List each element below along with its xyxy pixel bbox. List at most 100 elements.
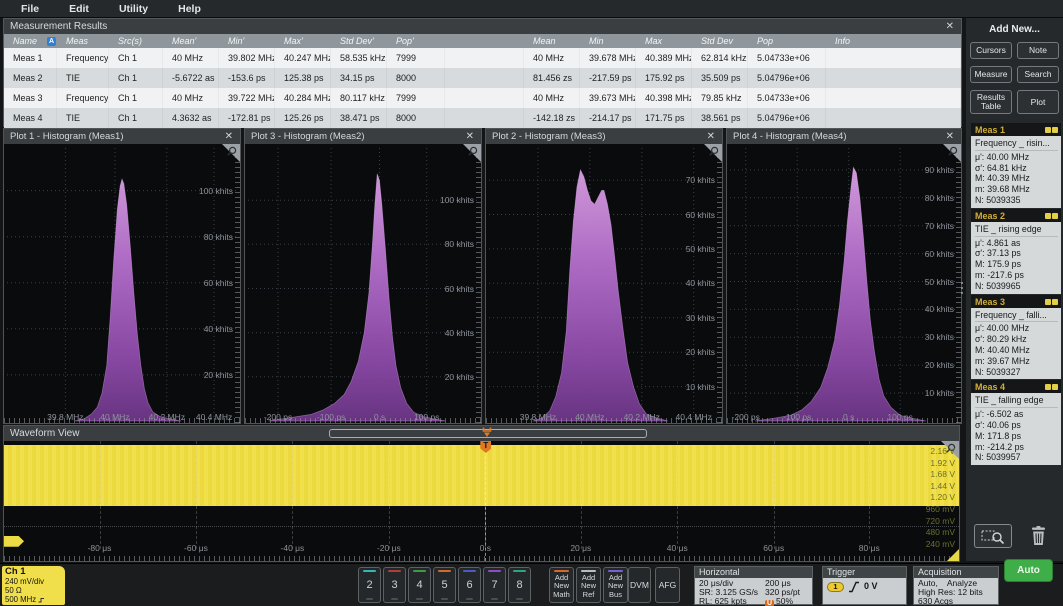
plot-zoom-corner-icon[interactable]: [702, 144, 722, 169]
table-cell: 7999: [387, 48, 445, 68]
column-header-Std Dev[interactable]: Std Dev: [692, 34, 748, 48]
y-axis-tick-label: 30 khits: [686, 313, 715, 323]
menu-item-file[interactable]: File: [6, 3, 54, 15]
add-new-ref-button[interactable]: AddNewRef: [576, 567, 601, 603]
column-header-Min[interactable]: Min: [580, 34, 636, 48]
trash-icon[interactable]: [1026, 524, 1050, 548]
menu-item-help[interactable]: Help: [163, 3, 216, 15]
menu-item-edit[interactable]: Edit: [54, 3, 104, 15]
waveform-y-tick-label: 960 mV: [926, 504, 955, 514]
trigger-badge-panel[interactable]: Trigger 1 0 V: [822, 566, 907, 605]
add-new-plot-button[interactable]: Plot: [1017, 90, 1059, 114]
plot-titlebar: Plot 3 - Histogram (Meas2)✕: [245, 129, 481, 144]
column-header-Mean'[interactable]: Mean': [163, 34, 219, 48]
column-header-Name[interactable]: NameA: [4, 34, 57, 48]
measurement-stat: m: 39.67 MHz: [975, 356, 1058, 367]
y-axis-tick-label: 40 khits: [686, 278, 715, 288]
add-new-bus-button[interactable]: AddNewBus: [603, 567, 628, 603]
waveform-x-tick-label: 20 μs: [570, 543, 591, 553]
column-header-Std Dev'[interactable]: Std Dev': [331, 34, 387, 48]
horizontal-badge[interactable]: Horizontal 20 μs/div200 μsSR: 3.125 GS/s…: [694, 566, 813, 605]
zoom-mode-button[interactable]: [974, 524, 1012, 548]
horizontal-value: U50%: [765, 597, 808, 606]
menu-item-utility[interactable]: Utility: [104, 3, 163, 15]
table-cell: -214.17 ps: [580, 108, 636, 128]
add-new-math-button[interactable]: AddNewMath: [549, 567, 574, 603]
table-cell: 40.247 MHz: [275, 48, 331, 68]
column-header-Meas[interactable]: Meas: [57, 34, 109, 48]
channel-5-button[interactable]: 5: [433, 567, 456, 603]
table-cell: [826, 108, 961, 128]
measurement-badge-body: Frequency _ falli...μ': 40.00 MHzσ': 80.…: [971, 308, 1061, 380]
main-column: Measurement Results ✕ NameAMeasSrc(s)Mea…: [0, 18, 963, 562]
table-cell: 39.673 MHz: [580, 88, 636, 108]
channel-7-button[interactable]: 7: [483, 567, 506, 603]
trigger-title: Trigger: [823, 567, 906, 578]
column-header-Src(s)[interactable]: Src(s): [109, 34, 163, 48]
channel-8-button[interactable]: 8: [508, 567, 531, 603]
table-cell: 34.15 ps: [331, 68, 387, 88]
add-new-note-button[interactable]: Note: [1017, 42, 1059, 59]
channel-4-button[interactable]: 4: [408, 567, 431, 603]
plot-zoom-corner-icon[interactable]: [461, 144, 481, 169]
measurement-stat: N: 5039335: [975, 195, 1058, 206]
trigger-position-icon[interactable]: [482, 427, 492, 441]
table-row-meas-3[interactable]: Meas 3FrequencyCh 140 MHz39.722 MHz40.28…: [4, 88, 961, 108]
auto-trigger-button[interactable]: Auto: [1004, 559, 1053, 582]
channel-1-badge[interactable]: Ch 1 240 mV/div 50 Ω 500 MHz: [2, 566, 65, 605]
channel-6-button[interactable]: 6: [458, 567, 481, 603]
plot-zoom-corner-icon[interactable]: [220, 144, 240, 169]
column-header-spacer[interactable]: [445, 34, 524, 48]
column-header-Min'[interactable]: Min': [219, 34, 275, 48]
column-header-Info[interactable]: Info: [826, 34, 961, 48]
table-row-meas-1[interactable]: Meas 1FrequencyCh 140 MHz39.802 MHz40.24…: [4, 48, 961, 68]
table-cell: 39.678 MHz: [580, 48, 636, 68]
acquisition-badge[interactable]: Acquisition Auto, Analyze High Res: 12 b…: [913, 566, 999, 605]
column-header-Pop[interactable]: Pop: [748, 34, 826, 48]
waveform-y-tick-label: 2.16 V: [930, 446, 955, 456]
add-new-measure-button[interactable]: Measure: [970, 66, 1012, 83]
table-row-meas-2[interactable]: Meas 2TIECh 1-5.6722 as-153.6 ps125.38 p…: [4, 68, 961, 88]
table-cell: 40.284 MHz: [275, 88, 331, 108]
column-header-Max[interactable]: Max: [636, 34, 692, 48]
close-icon[interactable]: ✕: [946, 130, 954, 143]
y-axis-tick-label: 70 khits: [686, 175, 715, 185]
afg-button[interactable]: AFG: [655, 567, 680, 603]
channel-1-impedance: 50 Ω: [5, 586, 62, 595]
waveform-display-area[interactable]: T -80 μs-60 μs-40 μs-20 μs0 s20 μs40 μs6…: [4, 441, 959, 561]
table-cell: TIE: [57, 108, 109, 128]
add-new-cursors-button[interactable]: Cursors: [970, 42, 1012, 59]
add-new-results-table-button[interactable]: Results Table: [970, 90, 1012, 114]
measurement-badge-meas-2[interactable]: Meas 2TIE _ rising edgeμ': 4.861 asσ': 3…: [971, 209, 1061, 294]
plot-titlebar: Plot 1 - Histogram (Meas1)✕: [4, 129, 240, 144]
measurement-badge-meas-3[interactable]: Meas 3Frequency _ falli...μ': 40.00 MHzσ…: [971, 295, 1061, 380]
measurement-badge-header: Meas 4: [971, 380, 1061, 393]
table-cell: Meas 3: [4, 88, 57, 108]
close-icon[interactable]: ✕: [946, 20, 954, 33]
waveform-gridline: [389, 441, 390, 549]
measurement-name: TIE _ falling edge: [975, 395, 1058, 408]
dvm-button[interactable]: DVM: [628, 567, 651, 603]
horizontal-value: RL: 625 kpts: [699, 597, 765, 606]
measurement-badge-meas-1[interactable]: Meas 1Frequency _ risin...μ': 40.00 MHzσ…: [971, 123, 1061, 208]
column-header-Pop'[interactable]: Pop': [387, 34, 445, 48]
add-new-search-button[interactable]: Search: [1017, 66, 1059, 83]
sidebar-drag-handle[interactable]: [961, 282, 963, 294]
close-icon[interactable]: ✕: [707, 130, 715, 143]
table-row-meas-4[interactable]: Meas 4TIECh 14.3632 as-172.81 ps125.26 p…: [4, 108, 961, 128]
measurement-badge-meas-4[interactable]: Meas 4TIE _ falling edgeμ': -6.502 asσ':…: [971, 380, 1061, 465]
waveform-gridline: [774, 441, 775, 549]
close-icon[interactable]: ✕: [225, 130, 233, 143]
column-header-label: Min': [228, 36, 244, 46]
measurement-badge-name: Meas 1: [975, 125, 1005, 135]
column-header-Mean[interactable]: Mean: [524, 34, 580, 48]
table-cell: [826, 68, 961, 88]
close-icon[interactable]: ✕: [466, 130, 474, 143]
column-header-label: Info: [835, 36, 850, 46]
plot-zoom-corner-icon[interactable]: [941, 144, 961, 169]
channel-3-button[interactable]: 3: [383, 567, 406, 603]
trigger-source-badge: 1: [827, 582, 844, 592]
column-header-Max'[interactable]: Max': [275, 34, 331, 48]
sort-icon: A: [47, 37, 56, 46]
channel-2-button[interactable]: 2: [358, 567, 381, 603]
